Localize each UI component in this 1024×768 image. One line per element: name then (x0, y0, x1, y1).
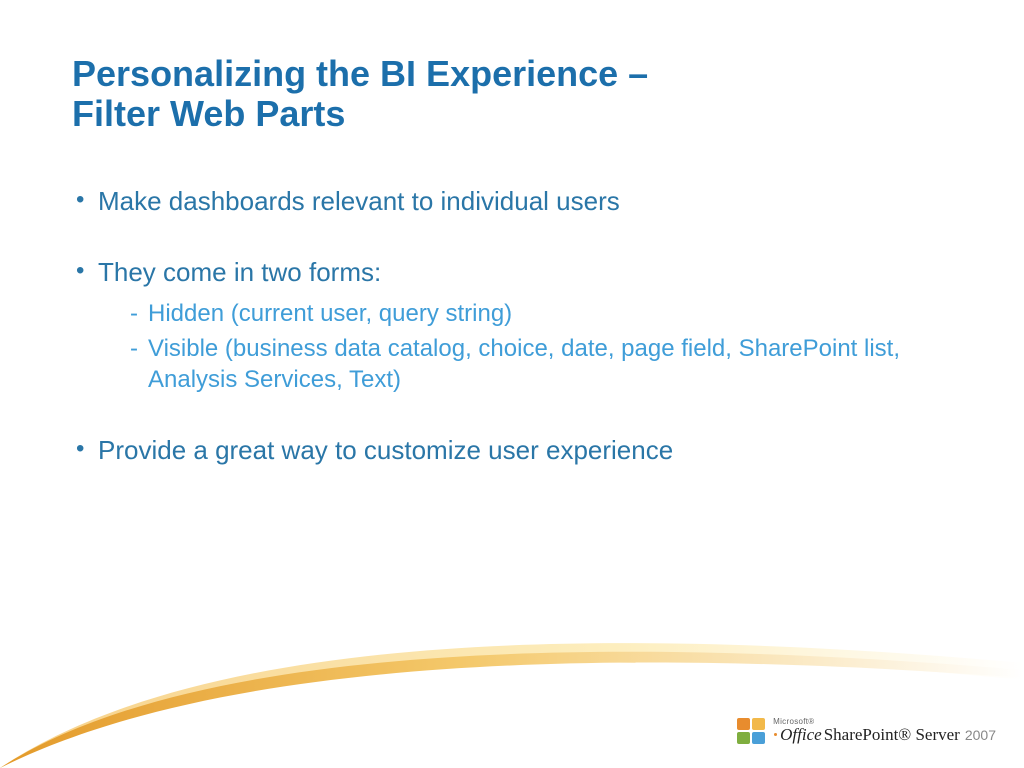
logo-square (752, 732, 765, 744)
sub-bullet-text: Hidden (current user, query string) (148, 300, 512, 327)
bullet-text: They come in two forms: (98, 257, 381, 287)
logo-brand: Office (780, 726, 822, 743)
bullet-item: Make dashboards relevant to individual u… (72, 185, 964, 218)
title-line-1: Personalizing the BI Experience – (72, 54, 964, 94)
product-logo: Microsoft® Office SharePoint® Server 200… (737, 718, 996, 744)
decorative-swoosh (0, 608, 1024, 768)
bullet-text: Provide a great way to customize user ex… (98, 435, 673, 465)
slide-title: Personalizing the BI Experience – Filter… (72, 54, 964, 133)
bullet-text: Make dashboards relevant to individual u… (98, 186, 620, 216)
title-line-2: Filter Web Parts (72, 94, 964, 134)
logo-square (752, 718, 765, 730)
sub-bullet-item: Visible (business data catalog, choice, … (98, 333, 964, 395)
bullet-list: Make dashboards relevant to individual u… (72, 185, 964, 466)
logo-product: SharePoint® Server (824, 726, 960, 743)
sub-bullet-text: Visible (business data catalog, choice, … (148, 335, 900, 393)
sub-bullet-item: Hidden (current user, query string) (98, 298, 964, 329)
logo-square (737, 732, 750, 744)
office-logo-icon (737, 718, 765, 744)
bullet-item: They come in two forms: Hidden (current … (72, 256, 964, 396)
bullet-item: Provide a great way to customize user ex… (72, 434, 964, 467)
slide-content: Make dashboards relevant to individual u… (72, 185, 964, 504)
sub-bullet-list: Hidden (current user, query string) Visi… (98, 298, 964, 396)
logo-dot-icon (774, 733, 777, 736)
logo-main-line: Office SharePoint® Server 2007 (773, 726, 996, 743)
logo-square (737, 718, 750, 730)
logo-year: 2007 (965, 728, 996, 742)
logo-text-block: Microsoft® Office SharePoint® Server 200… (773, 718, 996, 743)
slide: Personalizing the BI Experience – Filter… (0, 0, 1024, 768)
